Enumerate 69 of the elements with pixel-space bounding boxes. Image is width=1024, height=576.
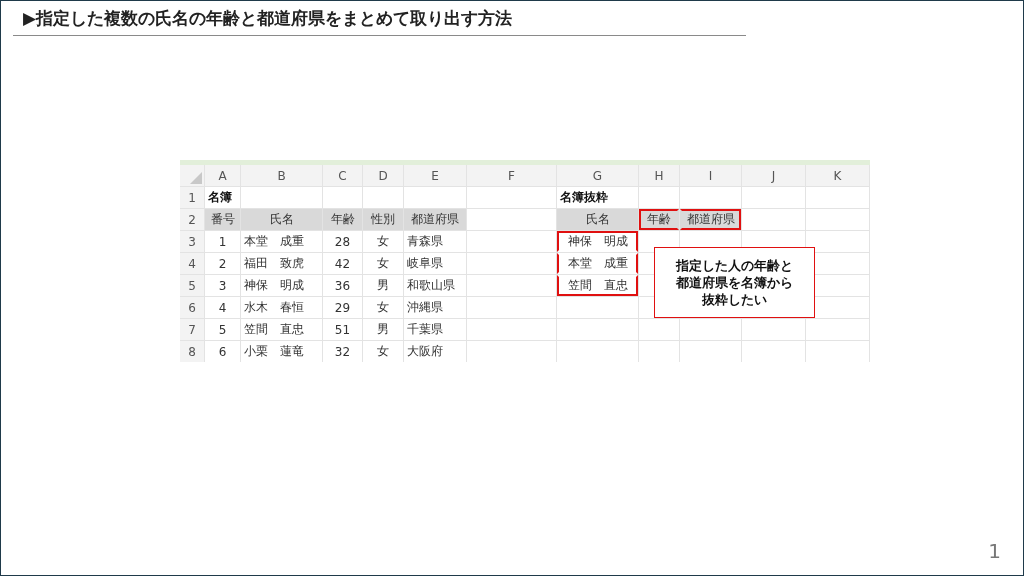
table-cell: 29 <box>323 297 362 318</box>
table-cell: 女 <box>363 297 403 318</box>
column-header[interactable]: C <box>323 165 362 186</box>
column-header[interactable]: D <box>363 165 403 186</box>
table-cell: 1 <box>205 231 240 252</box>
table-cell: 年齢 <box>639 209 679 230</box>
row-header[interactable]: 2 <box>180 209 204 230</box>
column-header[interactable]: H <box>639 165 679 186</box>
table-cell: 氏名 <box>241 209 322 230</box>
table-cell: 女 <box>363 253 403 274</box>
column-header[interactable]: F <box>467 165 556 186</box>
table-cell: 青森県 <box>404 231 466 252</box>
table-cell: 3 <box>205 275 240 296</box>
table-cell: 名簿 <box>205 187 240 208</box>
table-cell: 番号 <box>205 209 240 230</box>
column-header[interactable]: E <box>404 165 466 186</box>
slide-title: ▶指定した複数の氏名の年齢と都道府県をまとめて取り出す方法 <box>23 6 513 30</box>
column-header[interactable]: B <box>241 165 322 186</box>
table-cell: 小栗 蓮竜 <box>241 341 322 362</box>
table-cell: 36 <box>323 275 362 296</box>
table-cell: 千葉県 <box>404 319 466 340</box>
table-cell: 男 <box>363 319 403 340</box>
table-cell: 笠間 直忠 <box>557 275 638 296</box>
table-cell: 大阪府 <box>404 341 466 362</box>
row-header[interactable]: 1 <box>180 187 204 208</box>
column-header[interactable]: K <box>806 165 869 186</box>
table-cell: 和歌山県 <box>404 275 466 296</box>
select-all-icon <box>190 172 202 184</box>
table-cell: 42 <box>323 253 362 274</box>
table-cell: 福田 致虎 <box>241 253 322 274</box>
row-header[interactable]: 3 <box>180 231 204 252</box>
table-cell: 6 <box>205 341 240 362</box>
table-cell: 性別 <box>363 209 403 230</box>
column-header[interactable]: I <box>680 165 741 186</box>
table-cell: 神保 明成 <box>241 275 322 296</box>
row-header[interactable]: 4 <box>180 253 204 274</box>
table-cell: 男 <box>363 275 403 296</box>
column-header[interactable]: A <box>205 165 240 186</box>
table-cell: 神保 明成 <box>557 231 638 252</box>
row-header[interactable]: 5 <box>180 275 204 296</box>
table-cell: 氏名 <box>557 209 638 230</box>
table-cell: 名簿抜粋 <box>557 187 638 208</box>
table-cell: 本堂 成重 <box>557 253 638 274</box>
table-cell: 5 <box>205 319 240 340</box>
column-header[interactable]: G <box>557 165 638 186</box>
table-cell: 本堂 成重 <box>241 231 322 252</box>
column-header[interactable]: J <box>742 165 805 186</box>
table-cell: 年齢 <box>323 209 362 230</box>
table-cell: 28 <box>323 231 362 252</box>
table-cell: 女 <box>363 341 403 362</box>
note-text: 抜粋したい <box>702 291 767 308</box>
table-cell: 笠間 直忠 <box>241 319 322 340</box>
table-cell: 岐阜県 <box>404 253 466 274</box>
table-cell: 都道府県 <box>680 209 741 230</box>
row-header[interactable]: 6 <box>180 297 204 318</box>
row-header[interactable]: 8 <box>180 341 204 362</box>
table-cell: 32 <box>323 341 362 362</box>
select-all-button[interactable] <box>180 165 204 186</box>
table-cell: 沖縄県 <box>404 297 466 318</box>
note-text: 指定した人の年齢と <box>676 257 793 274</box>
page-number: 1 <box>988 539 1001 563</box>
table-cell: 都道府県 <box>404 209 466 230</box>
table-cell: 2 <box>205 253 240 274</box>
table-cell: 4 <box>205 297 240 318</box>
table-cell: 51 <box>323 319 362 340</box>
note-text: 都道府県を名簿から <box>676 274 793 291</box>
table-cell: 女 <box>363 231 403 252</box>
table-cell: 水木 春恒 <box>241 297 322 318</box>
row-header[interactable]: 7 <box>180 319 204 340</box>
